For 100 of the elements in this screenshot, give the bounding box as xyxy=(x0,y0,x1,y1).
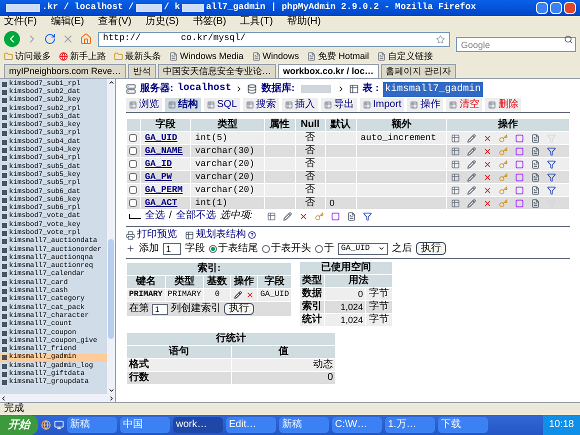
menu-item[interactable]: 文件(F) xyxy=(4,17,37,27)
browser-tab[interactable]: myIPneighbors.com Reve… xyxy=(4,64,126,78)
browser-tab[interactable]: 中国安天信息安全专业论… xyxy=(158,64,276,78)
menu-item[interactable]: 工具(T) xyxy=(240,17,273,27)
desktop-icon[interactable] xyxy=(54,420,64,430)
start-button[interactable]: 开始 xyxy=(0,415,38,435)
home-icon[interactable] xyxy=(80,33,92,45)
row-checkbox[interactable] xyxy=(129,173,137,181)
delete-icon[interactable] xyxy=(483,198,492,208)
delete-icon[interactable] xyxy=(246,291,254,299)
bookmark-link[interactable]: 自定义链接 xyxy=(388,52,434,61)
breadcrumb-link[interactable]: kimsmall7_gadmin xyxy=(382,82,483,96)
taskbar-button[interactable]: work… xyxy=(173,417,223,433)
menu-item[interactable]: 历史(S) xyxy=(145,17,179,27)
tab[interactable]: 结构 xyxy=(165,98,201,112)
select-all-link[interactable]: 全选 xyxy=(145,211,165,221)
bookmark-star-icon[interactable] xyxy=(436,34,445,44)
key-icon[interactable] xyxy=(499,186,508,194)
taskbar-button[interactable]: Edit… xyxy=(226,417,276,433)
close-button[interactable] xyxy=(564,2,576,14)
tab[interactable]: 插入 xyxy=(282,98,318,112)
tab[interactable]: 搜索 xyxy=(243,98,280,112)
reload-icon[interactable] xyxy=(44,33,56,45)
bookmark-link[interactable]: Windows Media xyxy=(180,52,244,61)
bookmark-link[interactable]: 访问最多 xyxy=(15,52,51,61)
delete-icon[interactable] xyxy=(483,146,492,156)
relation-view-link[interactable]: 规划表结构 xyxy=(196,230,246,240)
tab[interactable]: 删除 xyxy=(485,98,522,112)
field-name-link[interactable]: GA_ACT xyxy=(140,197,190,209)
count-field[interactable]: 1 xyxy=(152,304,168,314)
tab[interactable]: SQL xyxy=(204,98,240,112)
horizontal-scrollbar[interactable] xyxy=(0,394,115,402)
go-button[interactable]: 执行 xyxy=(416,242,446,255)
breadcrumb-link[interactable]: localhost xyxy=(177,84,232,94)
row-checkbox[interactable] xyxy=(129,186,137,194)
menu-item[interactable]: 帮助(H) xyxy=(286,17,321,27)
radio-button[interactable] xyxy=(209,244,217,252)
field-name-link[interactable]: GA_PW xyxy=(140,171,190,183)
radio-button[interactable] xyxy=(315,244,323,252)
browser-tab[interactable]: workbox.co.kr / loc… xyxy=(278,64,379,78)
maximize-button[interactable] xyxy=(550,2,562,14)
row-checkbox[interactable] xyxy=(129,147,137,155)
taskbar-button[interactable]: 中国 xyxy=(120,417,170,433)
menu-item[interactable]: 编辑(E) xyxy=(50,17,84,27)
minimize-button[interactable] xyxy=(536,2,548,14)
taskbar-button[interactable]: C:\W… xyxy=(332,417,382,433)
tab[interactable]: 导出 xyxy=(321,98,358,112)
browser-tab[interactable]: 반석 xyxy=(128,64,156,78)
tab[interactable]: 操作 xyxy=(407,98,444,112)
pencil-icon[interactable] xyxy=(467,186,476,194)
key-icon[interactable] xyxy=(499,134,508,142)
delete-icon[interactable] xyxy=(298,212,308,220)
address-field[interactable]: http:// co.kr/mysql/ xyxy=(98,32,450,46)
row-checkbox[interactable] xyxy=(129,160,137,168)
field-name-link[interactable]: GA_UID xyxy=(140,132,190,144)
taskbar-button[interactable]: 1.万… xyxy=(385,417,435,433)
pencil-icon[interactable] xyxy=(467,134,476,142)
delete-icon[interactable] xyxy=(483,160,492,168)
key-icon[interactable] xyxy=(314,212,324,220)
delete-icon[interactable] xyxy=(483,172,492,182)
taskbar-button[interactable]: 新稿 xyxy=(279,417,329,433)
scroll-down-icon[interactable] xyxy=(108,387,114,394)
menu-item[interactable]: 书签(B) xyxy=(192,17,226,27)
count-field[interactable]: 1 xyxy=(163,242,181,254)
taskbar-button[interactable]: 下载 xyxy=(438,417,488,433)
delete-icon[interactable] xyxy=(483,186,492,194)
tab[interactable]: 清空 xyxy=(446,98,482,112)
row-checkbox[interactable] xyxy=(129,199,137,207)
delete-icon[interactable] xyxy=(483,134,492,142)
back-button[interactable] xyxy=(4,31,20,47)
bookmark-link[interactable]: 免费 Hotmail xyxy=(318,52,370,61)
taskbar-button[interactable]: 新稿 xyxy=(67,417,117,433)
vertical-scrollbar[interactable] xyxy=(107,79,115,394)
pencil-icon[interactable] xyxy=(467,160,476,168)
bookmark-link[interactable]: Windows xyxy=(262,52,300,61)
help-icon[interactable] xyxy=(248,231,256,239)
browser-tab[interactable]: 홈페이지 관리자 xyxy=(380,64,456,78)
scroll-left-icon[interactable] xyxy=(0,394,7,402)
key-icon[interactable] xyxy=(499,160,508,168)
pencil-icon[interactable] xyxy=(234,291,242,299)
tab[interactable]: Import xyxy=(360,98,404,112)
bookmark-link[interactable]: 新手上路 xyxy=(70,52,106,61)
row-checkbox[interactable] xyxy=(129,134,137,142)
radio-button[interactable] xyxy=(262,244,270,252)
search-field[interactable]: Google xyxy=(456,37,576,52)
scroll-up-icon[interactable] xyxy=(108,79,114,86)
field-name-link[interactable]: GA_NAME xyxy=(140,145,190,157)
after-field-dropdown[interactable]: GA_UID xyxy=(338,242,388,254)
search-icon[interactable] xyxy=(564,34,573,44)
select-none-link[interactable]: 全部不选 xyxy=(176,211,216,221)
print-preview-link[interactable]: 打印预览 xyxy=(137,230,177,240)
menu-item[interactable]: 查看(V) xyxy=(98,17,132,27)
go-button[interactable]: 执行 xyxy=(224,303,254,315)
field-name-link[interactable]: GA_ID xyxy=(140,158,190,170)
tab[interactable]: 浏览 xyxy=(126,98,162,112)
bookmark-link[interactable]: 最新头条 xyxy=(125,52,161,61)
browser-icon[interactable] xyxy=(41,420,51,430)
field-name-link[interactable]: GA_PERM xyxy=(140,184,190,196)
pencil-icon[interactable] xyxy=(282,212,292,220)
scroll-right-icon[interactable] xyxy=(108,394,115,402)
